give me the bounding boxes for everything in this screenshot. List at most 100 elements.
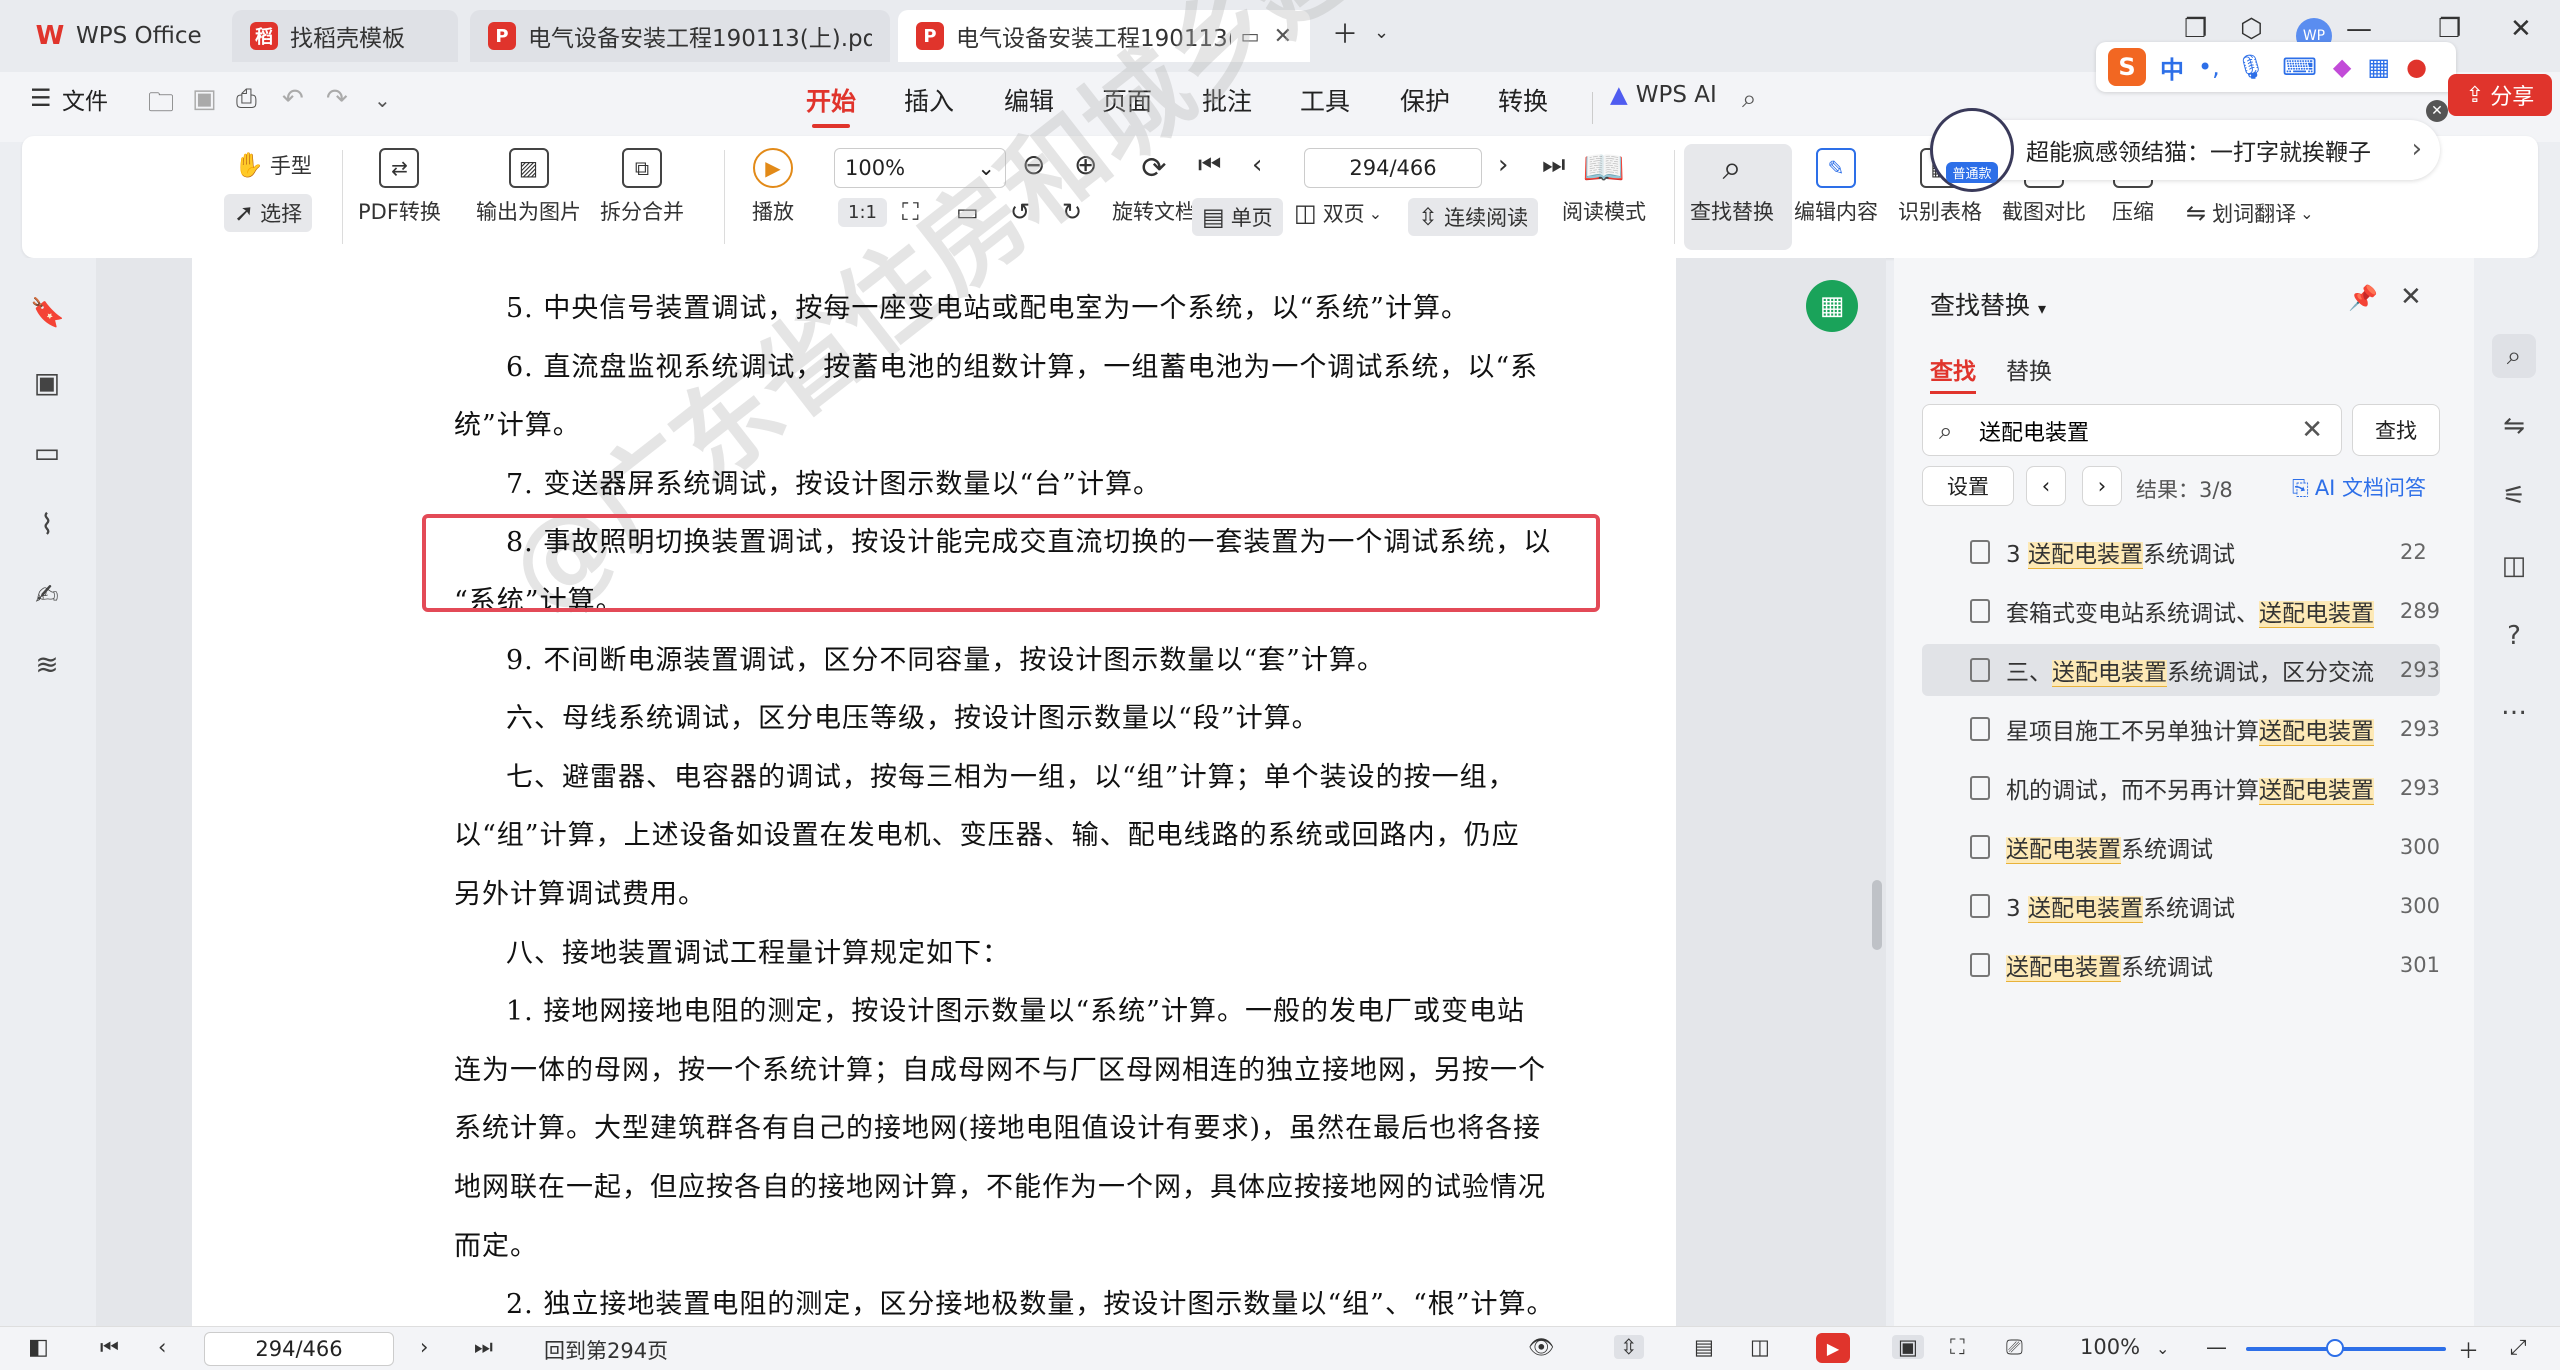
edit-content-button[interactable]: ✎ 编辑内容: [1794, 148, 1878, 226]
pdf-convert-button[interactable]: ⇄ PDF转换: [358, 148, 441, 226]
first-page-icon[interactable]: ⏮: [1198, 150, 1221, 181]
adjust-icon[interactable]: ⚟: [2492, 474, 2536, 518]
continuous-icon[interactable]: ⇳: [1614, 1335, 1644, 1359]
next-result-icon[interactable]: ›: [2082, 466, 2122, 506]
select-tool[interactable]: ➚ 选择: [224, 194, 313, 232]
find-replace-button[interactable]: ⌕ 查找替换: [1690, 148, 1774, 226]
play-icon[interactable]: ▶: [1816, 1333, 1850, 1363]
pin-icon[interactable]: 📌: [2348, 284, 2378, 312]
status-page-input[interactable]: 294/466: [204, 1332, 394, 1366]
search-field[interactable]: ⌕ ✕: [1922, 404, 2342, 456]
excel-float-icon[interactable]: ▦: [1806, 280, 1858, 332]
translate-button[interactable]: ⇋ 划词翻译 ⌄: [2186, 198, 2314, 228]
new-tab-icon[interactable]: ＋: [1332, 14, 1358, 51]
fit-width-icon[interactable]: ⎚: [2006, 1335, 2023, 1360]
search-result-item[interactable]: 3 送配电装置系统调试 22: [1922, 526, 2440, 578]
panel-title[interactable]: 查找替换 ▾: [1930, 286, 2046, 322]
bookmark-icon[interactable]: 🔖: [30, 296, 65, 330]
print-icon[interactable]: ⎙: [236, 84, 257, 115]
zoom-in-icon[interactable]: ＋: [2458, 1335, 2479, 1365]
single-page-icon[interactable]: ▤: [1694, 1335, 1714, 1359]
tab-pdf-lower[interactable]: P 电气设备安装工程190113(下). ▭ ✕: [898, 10, 1310, 62]
chevron-down-icon[interactable]: ⌄: [374, 88, 391, 112]
chevron-down-icon[interactable]: ⌄: [1374, 22, 1389, 43]
minimize-icon[interactable]: —: [2346, 14, 2372, 44]
find-button[interactable]: 查找: [2352, 404, 2440, 456]
goto-page-link[interactable]: 回到第294页: [544, 1335, 668, 1365]
menu-comment[interactable]: 批注: [1202, 82, 1252, 118]
close-tab-icon[interactable]: ✕: [1274, 24, 1292, 49]
search-result-item[interactable]: 套箱式变电站系统调试、送配电装置 289: [1922, 585, 2440, 637]
search-result-item[interactable]: 送配电装置系统调试 301: [1922, 939, 2440, 991]
save-icon[interactable]: ▣: [192, 84, 217, 114]
layers-icon[interactable]: ≋: [30, 648, 64, 682]
help-icon[interactable]: ?: [2492, 614, 2536, 658]
window-icon[interactable]: ❐: [2184, 14, 2207, 44]
more-icon[interactable]: …: [2492, 684, 2536, 728]
undo-icon[interactable]: ↶: [282, 84, 304, 114]
search-result-item[interactable]: 3 送配电装置系统调试 300: [1922, 880, 2440, 932]
play-button[interactable]: ▶ 播放: [752, 148, 794, 226]
microphone-icon[interactable]: 🎙: [2236, 53, 2266, 81]
chevron-right-icon[interactable]: ›: [2412, 134, 2422, 164]
actual-size-icon[interactable]: 1:1: [838, 198, 887, 227]
search-result-item[interactable]: 机的调试，而不另再计算送配电装置 293: [1922, 762, 2440, 814]
search-result-item[interactable]: 星项目施工不另单独计算送配电装置 293: [1922, 703, 2440, 755]
tab-template[interactable]: 稻 找稻壳模板: [232, 10, 458, 62]
prev-result-icon[interactable]: ‹: [2026, 466, 2066, 506]
zoom-slider-handle[interactable]: [2326, 1339, 2344, 1357]
ime-toolbar[interactable]: S 中 •, 🎙 ⌨ ◆ ▦ ●: [2096, 42, 2456, 92]
zoom-select[interactable]: 100% ⌄: [834, 148, 1006, 188]
tab-find[interactable]: 查找: [1930, 352, 1976, 394]
close-window-icon[interactable]: ✕: [2510, 14, 2532, 44]
fit-width-icon[interactable]: ▭: [956, 198, 979, 226]
last-page-icon[interactable]: ⏭: [474, 1335, 493, 1360]
rotate-right-icon[interactable]: ↻: [1062, 198, 1082, 226]
skin-icon[interactable]: ◆: [2333, 53, 2351, 81]
split-merge-button[interactable]: ⧉ 拆分合并: [600, 148, 684, 226]
menu-tools[interactable]: 工具: [1300, 82, 1350, 118]
double-page-button[interactable]: ◫ 双页 ⌄: [1294, 198, 1382, 228]
vertical-scrollbar[interactable]: [1872, 880, 1882, 950]
continuous-read-button[interactable]: ⇳ 连续阅读: [1408, 198, 1539, 236]
single-page-button[interactable]: ▤ 单页: [1192, 198, 1283, 236]
mascot-mini-icon[interactable]: ●: [2406, 53, 2427, 81]
fit-page-icon[interactable]: ⛶: [902, 198, 919, 226]
close-ime-icon[interactable]: ✕: [2426, 100, 2448, 122]
ai-doc-qa-link[interactable]: ⎘ AI 文档问答: [2292, 472, 2426, 502]
zoom-in-icon[interactable]: ⊕: [1074, 148, 1097, 181]
file-menu[interactable]: 文件: [62, 82, 108, 116]
zoom-out-icon[interactable]: ⊖: [1022, 148, 1045, 181]
hand-tool[interactable]: ✋ 手型: [234, 150, 312, 180]
rotate-document-button[interactable]: ⟳ 旋转文档: [1112, 148, 1196, 226]
first-page-icon[interactable]: ⏮: [100, 1335, 119, 1360]
sidebar-toggle-icon[interactable]: ◧: [28, 1335, 49, 1360]
keyboard-icon[interactable]: ⌨: [2282, 53, 2317, 81]
tab-pdf-upper[interactable]: P 电气设备安装工程190113(上).pdf (已: [470, 10, 890, 62]
menu-edit[interactable]: 编辑: [1004, 82, 1054, 118]
menu-page[interactable]: 页面: [1102, 82, 1152, 118]
mascot-avatar[interactable]: 普通款: [1930, 108, 2014, 192]
page-input[interactable]: 294/466: [1304, 148, 1482, 188]
export-image-button[interactable]: ▨ 输出为图片: [476, 148, 581, 226]
read-icon[interactable]: ◫: [2492, 544, 2536, 588]
fullscreen-icon[interactable]: ⤢: [2510, 1335, 2527, 1360]
prev-page-icon[interactable]: ‹: [1252, 150, 1262, 180]
redo-icon[interactable]: ↷: [326, 84, 348, 114]
wps-ai-button[interactable]: ▲ WPS AI: [1610, 82, 1717, 108]
search-icon[interactable]: ⌕: [1742, 84, 1757, 115]
restore-icon[interactable]: ❐: [2438, 14, 2461, 44]
ime-punct[interactable]: •,: [2198, 53, 2220, 81]
signature-icon[interactable]: ✍: [30, 578, 64, 612]
rotate-left-icon[interactable]: ↺: [1010, 198, 1030, 226]
tab-wps-office[interactable]: W WPS Office: [18, 10, 222, 62]
search-result-item[interactable]: 三、送配电装置系统调试，区分交流 293: [1922, 644, 2440, 696]
menu-protect[interactable]: 保护: [1400, 82, 1450, 118]
settings-button[interactable]: 设置: [1922, 466, 2014, 506]
reading-mode-button[interactable]: 📖 阅读模式: [1562, 148, 1646, 226]
menu-convert[interactable]: 转换: [1498, 82, 1548, 118]
grid-icon[interactable]: ▦: [2367, 53, 2390, 81]
comment-icon[interactable]: ▭: [30, 436, 64, 470]
search-input[interactable]: [1979, 415, 2279, 447]
next-page-icon[interactable]: ›: [1498, 150, 1508, 180]
